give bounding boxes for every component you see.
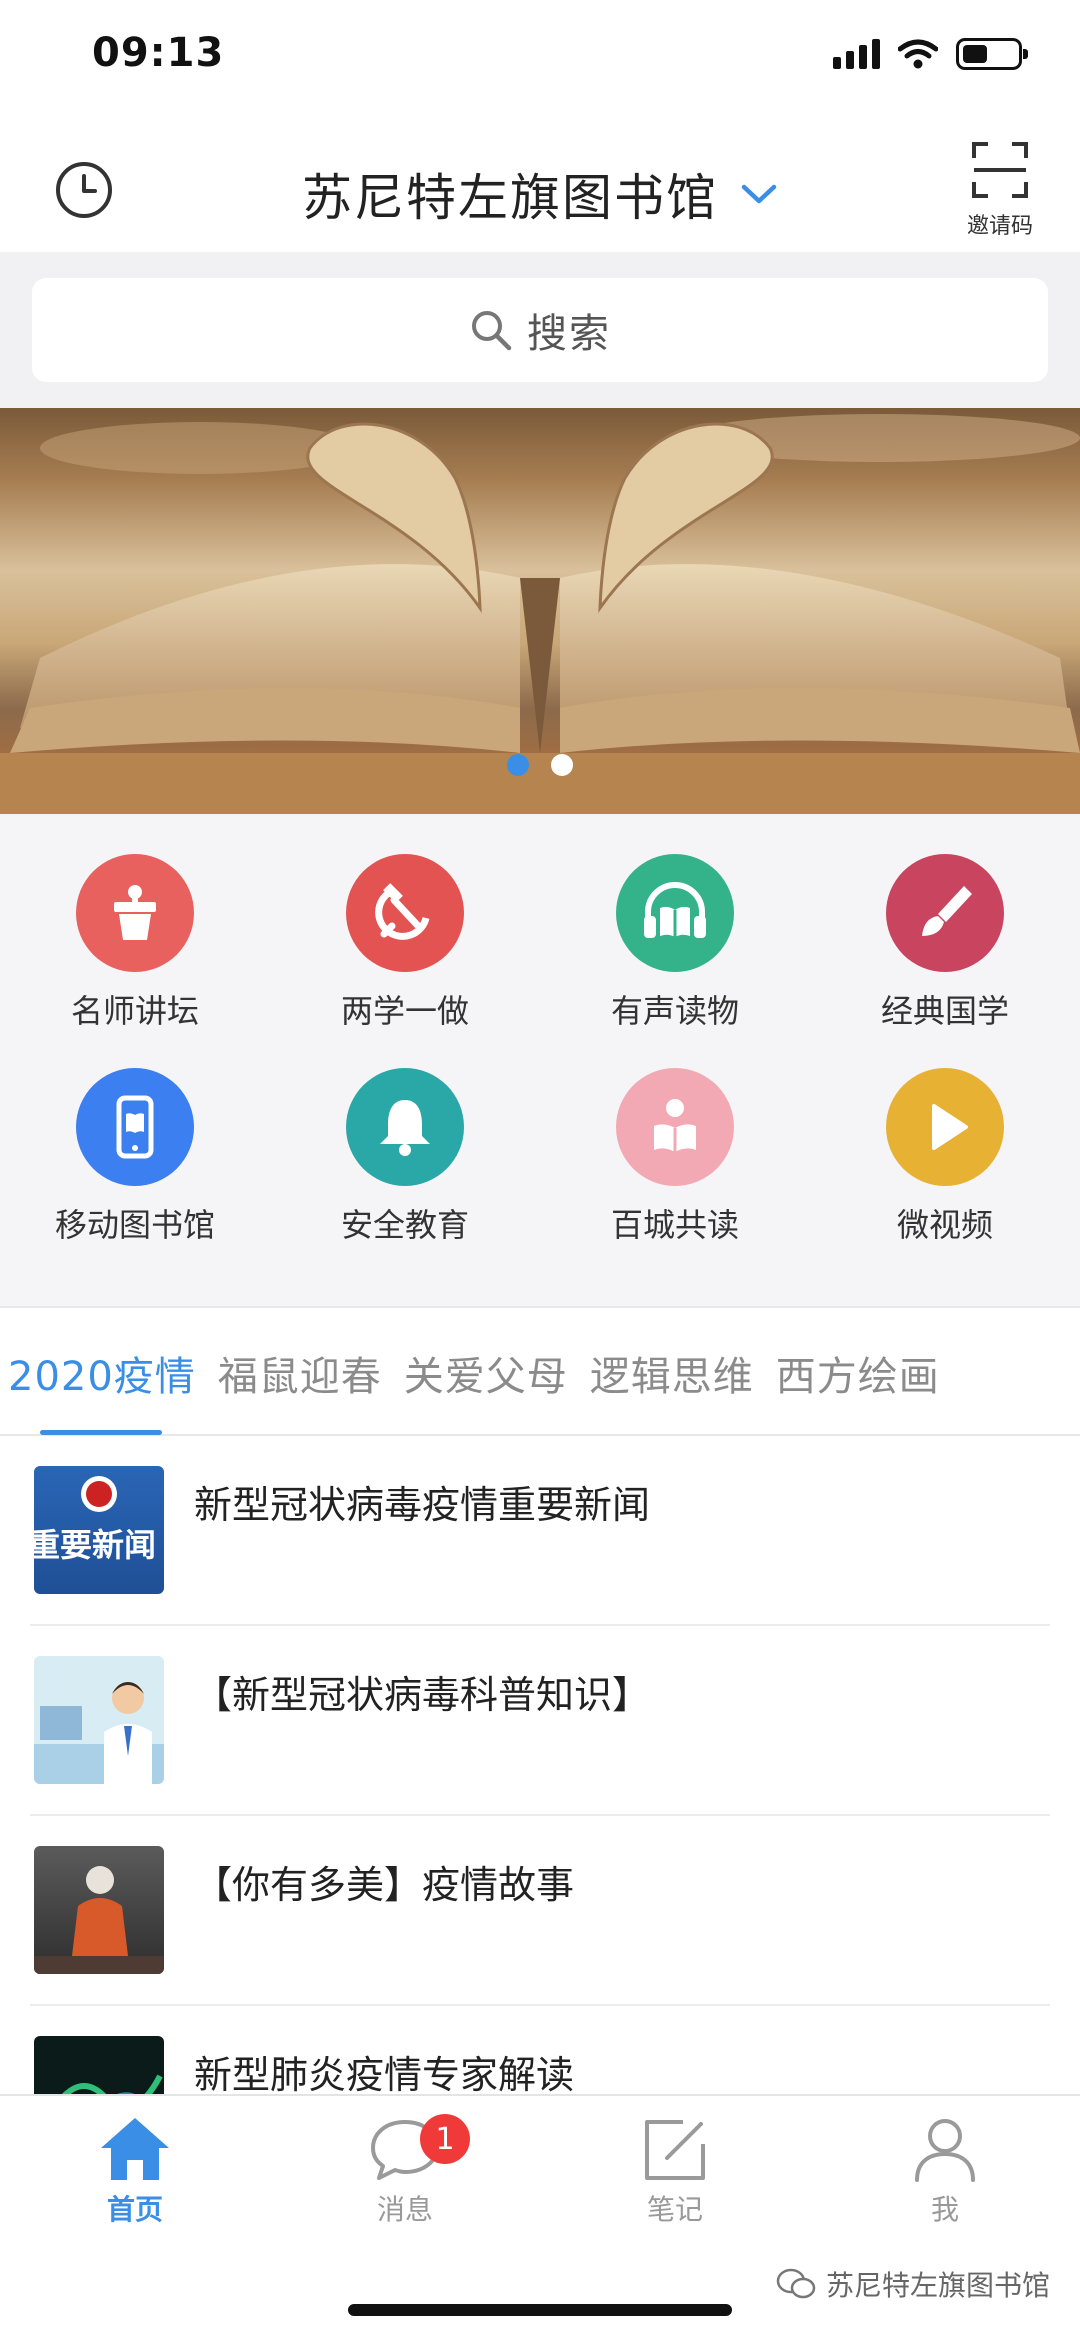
topic-tabs: 2020疫情 福鼠迎春 关爱父母 逻辑思维 西方绘画: [0, 1306, 1080, 1436]
tab-logical-thinking[interactable]: 逻辑思维: [590, 1344, 754, 1402]
watermark: 苏尼特左旗图书馆: [776, 2264, 1050, 2304]
wechat-icon: [776, 2268, 816, 2299]
feature-grid: 名师讲坛 两学一做 有声读物 经典国学 移动图书馆 安全教育 百城共读 微视频: [0, 814, 1080, 1306]
search-icon: [472, 311, 512, 351]
hammer-sickle-icon: [346, 854, 464, 972]
status-time: 09:13: [92, 30, 225, 76]
home-icon: [101, 2118, 169, 2180]
home-indicator[interactable]: [348, 2304, 732, 2316]
battery-level: [963, 45, 987, 63]
article-title: 新型肺炎疫情专家解读: [194, 2053, 575, 2097]
grid-item-safety-education[interactable]: 安全教育: [270, 1068, 540, 1246]
headphones-book-icon: [616, 854, 734, 972]
list-item[interactable]: 【你有多美】疫情故事: [30, 1816, 1050, 2006]
watermark-text: 苏尼特左旗图书馆: [825, 2269, 1050, 2302]
invite-code-button[interactable]: 邀请码: [960, 140, 1040, 240]
podium-icon: [76, 854, 194, 972]
nav-messages[interactable]: 1 消息: [270, 2096, 540, 2244]
battery-icon: [956, 38, 1028, 70]
play-icon: [886, 1068, 1004, 1186]
grid-item-micro-video[interactable]: 微视频: [810, 1068, 1080, 1246]
scan-icon: [972, 142, 1028, 198]
thumbnail-caption: 重要新闻: [34, 1526, 157, 1564]
nav-label: 消息: [376, 2193, 433, 2226]
grid-item-label: 百城共读: [610, 1206, 739, 1244]
grid-item-label: 经典国学: [880, 992, 1009, 1030]
note-edit-icon: [645, 2120, 705, 2180]
article-thumbnail: 重要新闻: [34, 1466, 164, 1594]
reader-icon: [616, 1068, 734, 1186]
grid-item-label: 名师讲坛: [70, 992, 199, 1030]
grid-item-mobile-library[interactable]: 移动图书馆: [0, 1068, 270, 1246]
brush-icon: [886, 854, 1004, 972]
grid-item-city-reading[interactable]: 百城共读: [540, 1068, 810, 1246]
grid-item-classics[interactable]: 经典国学: [810, 854, 1080, 1032]
nav-label: 笔记: [646, 2193, 703, 2226]
nav-notes[interactable]: 笔记: [540, 2096, 810, 2244]
nav-label: 我: [930, 2193, 959, 2226]
nav-home[interactable]: 首页: [0, 2096, 270, 2244]
tab-western-painting[interactable]: 西方绘画: [776, 1344, 940, 1402]
user-icon: [915, 2119, 975, 2182]
tab-2020-epidemic[interactable]: 2020疫情: [8, 1344, 196, 1402]
status-bar: 09:13: [0, 0, 1080, 120]
search-placeholder: 搜索: [527, 311, 611, 357]
nav-me[interactable]: 我: [810, 2096, 1080, 2244]
grid-item-master-lecture[interactable]: 名师讲坛: [0, 854, 270, 1032]
grid-item-label: 两学一做: [340, 992, 469, 1030]
article-title: 【新型冠状病毒科普知识】: [194, 1673, 651, 1717]
tab-care-parents[interactable]: 关爱父母: [404, 1344, 568, 1402]
grid-item-label: 安全教育: [340, 1206, 469, 1244]
search-input[interactable]: 搜索: [32, 278, 1048, 382]
wifi-icon: [898, 39, 938, 69]
status-icons: [833, 38, 1028, 70]
grid-item-audiobooks[interactable]: 有声读物: [540, 854, 810, 1032]
phone-book-icon: [76, 1068, 194, 1186]
carousel-indicators: [0, 754, 1080, 776]
carousel-dot[interactable]: [551, 754, 573, 776]
invite-code-label: 邀请码: [966, 214, 1033, 239]
bottom-nav: 首页 1 消息 笔记 我: [0, 2094, 1080, 2244]
article-thumbnail: [34, 1846, 164, 1974]
nav-label: 首页: [106, 2193, 163, 2226]
grid-item-label: 有声读物: [610, 992, 739, 1030]
banner-carousel[interactable]: [0, 408, 1080, 814]
article-title: 新型冠状病毒疫情重要新闻: [194, 1483, 651, 1527]
grid-item-two-studies[interactable]: 两学一做: [270, 854, 540, 1032]
grid-item-label: 移动图书馆: [54, 1206, 215, 1244]
article-thumbnail: [34, 1656, 164, 1784]
search-area: 搜索: [0, 252, 1080, 408]
chevron-down-icon: [741, 184, 777, 204]
carousel-dot[interactable]: [507, 754, 529, 776]
grid-item-label: 微视频: [896, 1206, 993, 1244]
list-item[interactable]: 【新型冠状病毒科普知识】: [30, 1626, 1050, 1816]
article-title: 【你有多美】疫情故事: [194, 1863, 575, 1907]
page-title: 苏尼特左旗图书馆: [302, 169, 718, 227]
article-list: 重要新闻 新型冠状病毒疫情重要新闻 【新型冠状病毒科普知识】 【你有多美】疫情故…: [0, 1436, 1080, 2196]
active-tab-indicator: [40, 1430, 162, 1435]
signal-icon: [833, 39, 880, 69]
header: 苏尼特左旗图书馆 邀请码: [0, 120, 1080, 252]
library-selector[interactable]: 苏尼特左旗图书馆: [0, 158, 1080, 230]
bell-icon: [346, 1068, 464, 1186]
tab-lucky-rat[interactable]: 福鼠迎春: [218, 1344, 382, 1402]
list-item[interactable]: 重要新闻 新型冠状病毒疫情重要新闻: [30, 1436, 1050, 1626]
unread-badge: 1: [420, 2114, 470, 2164]
